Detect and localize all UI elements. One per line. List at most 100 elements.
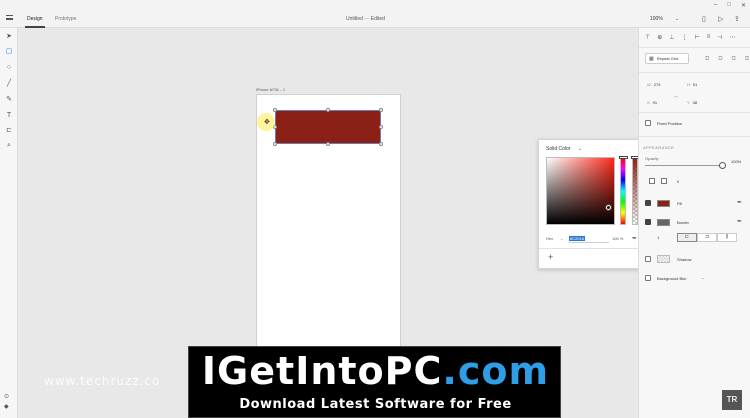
- text-icon[interactable]: T: [5, 112, 13, 120]
- align-middle-icon[interactable]: ⊕: [657, 34, 662, 41]
- distribute-icon[interactable]: ⋮: [682, 34, 688, 41]
- width-field[interactable]: W 274: [647, 82, 660, 87]
- resize-handle[interactable]: [273, 142, 277, 146]
- rectangle-icon[interactable]: ▢: [5, 48, 13, 56]
- corner-radius-each-icon[interactable]: [661, 178, 667, 184]
- bottom-left-tools: ⊙ ◆: [4, 392, 9, 412]
- subtract-boolean-icon[interactable]: ⧉: [718, 56, 722, 63]
- play-preview-icon[interactable]: ▷: [718, 15, 723, 23]
- stroke-center-icon[interactable]: ⊐: [697, 233, 717, 242]
- border-checkbox[interactable]: [645, 219, 651, 225]
- zoom-level[interactable]: 100%: [650, 16, 663, 22]
- exclude-boolean-icon[interactable]: ⧉: [745, 56, 749, 63]
- chevron-down-icon[interactable]: ⌄: [578, 146, 582, 152]
- minimize-icon[interactable]: –: [714, 2, 717, 9]
- distribute-horizontal-icon[interactable]: ⋯: [729, 34, 735, 41]
- selected-rectangle[interactable]: [275, 110, 381, 144]
- chevron-down-icon[interactable]: ⌄: [675, 16, 679, 22]
- select-icon[interactable]: ➤: [5, 33, 13, 41]
- align-left-icon[interactable]: ⊢: [695, 34, 700, 41]
- fixed-position-label: Fixed Position: [657, 121, 683, 126]
- x-field[interactable]: X 91: [647, 100, 657, 105]
- resize-handle[interactable]: [379, 142, 383, 146]
- document-name: Untitled: [346, 16, 363, 22]
- shadow-swatch[interactable]: [657, 255, 670, 263]
- color-mode-select[interactable]: Solid Color: [546, 146, 570, 152]
- shadow-checkbox[interactable]: [645, 256, 651, 262]
- tab-design[interactable]: Design: [27, 16, 43, 22]
- watermark-banner: IGetIntoPC.com Download Latest Software …: [188, 346, 561, 418]
- document-title: Untitled — Edited: [346, 16, 385, 22]
- chevron-down-icon[interactable]: ⌄: [560, 236, 563, 241]
- eyedropper-icon[interactable]: ✒: [737, 218, 742, 225]
- plugins-icon[interactable]: ⊙: [4, 392, 9, 402]
- hamburger-menu-icon[interactable]: [6, 15, 13, 20]
- stroke-outer-icon[interactable]: ⫼: [717, 233, 737, 242]
- share-icon[interactable]: ⇪: [734, 15, 740, 23]
- maximize-icon[interactable]: □: [727, 2, 731, 9]
- ellipse-icon[interactable]: ○: [5, 64, 13, 72]
- color-opacity-value[interactable]: 100 %: [612, 236, 623, 241]
- corner-radius-all-icon[interactable]: [649, 178, 655, 184]
- hex-value[interactable]: 8C2016: [569, 236, 586, 241]
- resize-handle[interactable]: [379, 108, 383, 112]
- pen-icon[interactable]: ✎: [5, 96, 13, 104]
- watermark-title: IGetIntoPC.com: [201, 349, 550, 393]
- artboard-label[interactable]: iPhone 6/7/8 – 1: [256, 87, 285, 92]
- align-center-icon[interactable]: ≡: [707, 34, 711, 41]
- add-swatch-button[interactable]: +: [548, 252, 553, 262]
- color-field-cursor[interactable]: [606, 205, 611, 210]
- watermark-site: www.techruzz.co: [44, 374, 161, 388]
- close-icon[interactable]: ✕: [741, 2, 746, 9]
- tab-prototype[interactable]: Prototype: [55, 16, 76, 22]
- hex-format-label[interactable]: Hex: [546, 236, 553, 241]
- align-top-icon[interactable]: ⊤: [645, 34, 650, 41]
- boolean-operations: ⧉ ⧉ ⧉ ⧉: [705, 56, 749, 63]
- lock-aspect-icon[interactable]: ⊶: [674, 94, 678, 99]
- add-boolean-icon[interactable]: ⧉: [705, 56, 709, 63]
- align-bottom-icon[interactable]: ⊥: [669, 34, 674, 41]
- corner-radius-value[interactable]: 0: [677, 179, 679, 184]
- intersect-boolean-icon[interactable]: ⧉: [732, 56, 736, 63]
- stroke-position-group: ⊏ ⊐ ⫼: [677, 233, 737, 242]
- resize-handle[interactable]: [379, 125, 383, 129]
- resize-handle[interactable]: [273, 108, 277, 112]
- document-title-separator: —: [364, 16, 370, 22]
- height-field[interactable]: H 51: [687, 82, 697, 87]
- fill-checkbox[interactable]: [645, 200, 651, 206]
- align-right-icon[interactable]: ⊣: [717, 34, 722, 41]
- hue-slider[interactable]: [620, 157, 626, 225]
- fill-swatch[interactable]: [657, 200, 670, 207]
- chevron-down-icon[interactable]: ⌄: [701, 275, 704, 280]
- eyedropper-icon[interactable]: ✒: [632, 235, 637, 242]
- document-status: Edited: [370, 16, 385, 22]
- line-icon[interactable]: ╱: [5, 80, 13, 88]
- divider: [639, 136, 750, 137]
- artboard-icon[interactable]: ⊏: [5, 127, 13, 135]
- fill-label: Fill: [677, 201, 683, 206]
- active-tab-indicator: [25, 26, 45, 28]
- resize-handle[interactable]: [326, 142, 330, 146]
- opacity-value[interactable]: 100%: [731, 159, 741, 164]
- background-blur-checkbox[interactable]: [645, 275, 651, 281]
- resize-handle[interactable]: [326, 108, 330, 112]
- eyedropper-icon[interactable]: ✒: [737, 199, 742, 206]
- device-preview-icon[interactable]: ▯: [702, 15, 706, 23]
- repeat-grid-button[interactable]: ▦ Repeat Grid: [645, 53, 689, 64]
- hue-slider-thumb[interactable]: [619, 156, 628, 159]
- border-swatch[interactable]: [657, 219, 670, 226]
- hex-input[interactable]: 8C2016: [569, 234, 609, 243]
- border-label: Border: [677, 220, 690, 225]
- stroke-inner-icon[interactable]: ⊏: [677, 233, 697, 242]
- window-controls: – □ ✕: [714, 2, 746, 9]
- saturation-brightness-field[interactable]: [546, 157, 615, 225]
- property-inspector: ⊤ ⊕ ⊥ ⋮ ⊢ ≡ ⊣ ⋯ ▦ Repeat Grid ⧉ ⧉ ⧉ ⧉ W 27…: [638, 28, 750, 418]
- divider: [639, 112, 750, 113]
- opacity-slider[interactable]: [645, 165, 723, 166]
- border-width-value[interactable]: 1: [657, 235, 659, 240]
- zoom-icon[interactable]: ⌕: [5, 142, 13, 150]
- fixed-position-checkbox[interactable]: [645, 120, 651, 126]
- y-field[interactable]: Y 38: [687, 100, 697, 105]
- layers-icon[interactable]: ◆: [4, 402, 9, 412]
- opacity-slider-thumb[interactable]: [719, 162, 726, 169]
